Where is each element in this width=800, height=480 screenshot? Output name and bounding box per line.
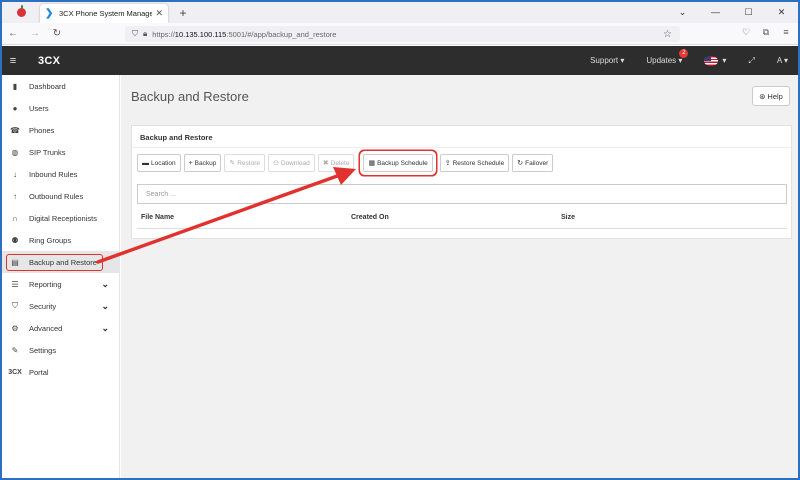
back-icon[interactable]: ← <box>2 28 24 39</box>
location-button[interactable]: ▬ Location <box>137 154 181 172</box>
sidebar-item-portal[interactable]: 3CX Portal <box>2 361 119 383</box>
3cx-logo: 3CX <box>38 54 61 67</box>
upload-icon: ⇪ <box>444 160 451 167</box>
headset-icon: ∩ <box>12 213 18 223</box>
sidebar-item-reporting[interactable]: ☰ Reporting ⌄ <box>2 273 119 295</box>
backup-button[interactable]: + Backup <box>183 154 222 172</box>
sidebar-item-outbound-rules[interactable]: ↑ Outbound Rules <box>2 185 119 207</box>
language-menu[interactable]: ▾ <box>704 55 726 66</box>
group-icon: ⚉ <box>11 235 19 245</box>
menu-icon[interactable]: ≡ <box>780 27 792 38</box>
extensions-icon[interactable]: ⧉ <box>760 27 772 38</box>
pinned-tab[interactable] <box>2 2 40 23</box>
chevron-down-icon: ⌄ <box>101 278 109 289</box>
page-title: Backup and Restore <box>131 89 249 104</box>
calendar-icon: ▦ <box>368 160 376 167</box>
backup-schedule-button[interactable]: ▦ Backup Schedule <box>363 154 433 172</box>
search-input[interactable]: Search ... <box>137 184 787 204</box>
plus-icon: + <box>188 159 193 167</box>
restore-button[interactable]: ✎ Restore <box>224 154 265 172</box>
arrow-down-icon: ↓ <box>13 169 17 179</box>
sidebar-item-inbound-rules[interactable]: ↓ Inbound Rules <box>2 163 119 185</box>
download-icon: ⊙ <box>273 160 279 167</box>
hamburger-icon[interactable]: ≡ <box>2 55 24 67</box>
fullscreen-icon[interactable]: ⤢ <box>748 56 754 66</box>
shield-icon: ⛉ <box>132 29 138 38</box>
updates-badge: 2 <box>679 49 689 58</box>
close-window-icon[interactable]: ✕ <box>765 7 798 18</box>
gear-icon: ⚙ <box>11 323 19 333</box>
delete-button[interactable]: ✖ Delete <box>317 154 355 172</box>
user-icon: ● <box>12 103 18 113</box>
delete-icon: ✖ <box>322 160 329 167</box>
help-button[interactable]: ⊛ Help <box>752 86 790 106</box>
column-size[interactable]: Size <box>557 211 757 228</box>
bar-chart-icon: ▮ <box>12 81 18 91</box>
url-field[interactable]: ⛉ 🔒︎ https://10.135.100.115:5001/#/app/b… <box>125 26 680 42</box>
wrench-icon: ✎ <box>11 345 19 355</box>
toolbar: ▬ Location + Backup ✎ Restore ⊙ Download ✖ De… <box>137 154 556 172</box>
reload-icon[interactable]: ↻ <box>46 28 68 39</box>
sidebar-item-settings[interactable]: ✎ Settings <box>2 339 119 361</box>
chevron-down-icon: ⌄ <box>101 300 109 311</box>
globe-icon: ◍ <box>11 147 19 157</box>
sidebar-item-ring-groups[interactable]: ⚉ Ring Groups <box>2 229 119 251</box>
forward-icon[interactable]: → <box>24 28 46 39</box>
bookmark-star-icon[interactable]: ☆ <box>663 29 672 40</box>
tab-title: 3CX Phone System Management <box>59 9 153 18</box>
url-text: https://10.135.100.115:5001/#/app/backup… <box>152 29 337 39</box>
download-button[interactable]: ⊙ Download <box>268 154 315 172</box>
database-icon: ▤ <box>11 257 19 267</box>
maximize-icon[interactable]: ☐ <box>732 7 765 18</box>
chevron-down-icon: ⌄ <box>101 322 109 333</box>
sidebar-item-digital-receptionists[interactable]: ∩ Digital Receptionists <box>2 207 119 229</box>
sidebar-item-dashboard[interactable]: ▮ Dashboard <box>2 75 119 97</box>
folder-icon: ▬ <box>142 159 149 167</box>
apple-icon <box>16 5 26 17</box>
user-menu[interactable]: A ▾ <box>777 56 788 65</box>
address-bar: ← → ↻ ⛉ 🔒︎ https://10.135.100.115:5001/#… <box>2 23 798 45</box>
backup-panel: Backup and Restore ▬ Location + Backup ✎ Re… <box>131 125 792 239</box>
lock-icon: 🔒︎ <box>143 29 148 38</box>
refresh-icon: ↻ <box>517 160 524 167</box>
column-created-on[interactable]: Created On <box>347 211 557 228</box>
browser-tabstrip: ❯ 3CX Phone System Management ✕ + ⌄ — ☐ … <box>2 2 798 23</box>
phone-icon: ☎ <box>10 125 20 135</box>
support-menu[interactable]: Support ▾ <box>590 56 624 65</box>
pencil-icon: ✎ <box>229 160 236 167</box>
main-content: Backup and Restore ⊛ Help Backup and Rest… <box>121 75 798 478</box>
restore-schedule-button[interactable]: ⇪ Restore Schedule <box>439 154 510 172</box>
table-header: File Name Created On Size <box>137 211 787 229</box>
shield-icon: ⛉ <box>12 301 18 310</box>
sidebar-item-phones[interactable]: ☎ Phones <box>2 119 119 141</box>
column-file-name[interactable]: File Name <box>137 211 347 228</box>
3cx-tab-icon: ❯ <box>45 7 54 19</box>
panel-title: Backup and Restore <box>132 126 791 148</box>
sidebar-item-advanced[interactable]: ⚙ Advanced ⌄ <box>2 317 119 339</box>
us-flag-icon <box>704 55 719 66</box>
sidebar-item-users[interactable]: ● Users <box>2 97 119 119</box>
sidebar: ▮ Dashboard ● Users ☎ Phones ◍ SIP Trunks ↓ I… <box>2 75 120 478</box>
browser-tab[interactable]: ❯ 3CX Phone System Management ✕ <box>40 4 168 23</box>
help-icon: ⊛ <box>759 91 766 101</box>
sidebar-item-sip-trunks[interactable]: ◍ SIP Trunks <box>2 141 119 163</box>
chevron-down-icon[interactable]: ⌄ <box>666 7 699 18</box>
new-tab-icon[interactable]: + <box>174 6 192 20</box>
updates-menu[interactable]: Updates ▾ 2 <box>646 49 689 65</box>
sidebar-item-backup-and-restore[interactable]: ▤ Backup and Restore <box>2 251 119 273</box>
pocket-icon[interactable]: ♡ <box>740 27 752 38</box>
close-tab-icon[interactable]: ✕ <box>155 8 163 19</box>
sidebar-item-security[interactable]: ⛉ Security ⌄ <box>2 295 119 317</box>
3cx-icon: 3CX <box>8 368 22 376</box>
minimize-icon[interactable]: — <box>699 7 732 18</box>
failover-button[interactable]: ↻ Failover <box>512 154 554 172</box>
list-icon: ☰ <box>11 279 19 289</box>
app-header: ≡ 3CX Support ▾ Updates ▾ 2 ▾ ⤢ A ▾ <box>2 46 798 75</box>
arrow-up-icon: ↑ <box>13 191 17 201</box>
